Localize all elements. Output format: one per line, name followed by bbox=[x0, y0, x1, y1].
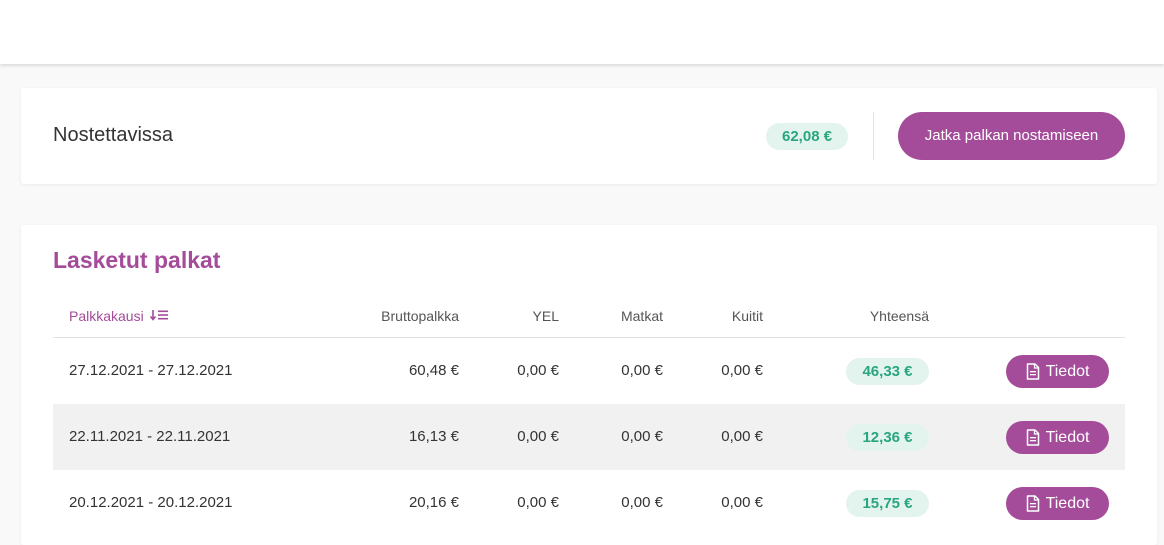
cell-total-badge: 15,75 € bbox=[846, 490, 929, 517]
cell-total-badge: 12,36 € bbox=[846, 424, 929, 451]
column-header-gross: Bruttopalkka bbox=[381, 308, 459, 324]
details-button-label: Tiedot bbox=[1045, 495, 1090, 512]
cell-period: 27.12.2021 - 27.12.2021 bbox=[69, 362, 233, 379]
column-header-travel: Matkat bbox=[620, 308, 663, 324]
column-header-period-label: Palkkakausi bbox=[69, 308, 144, 324]
cell-yel: 0,00 € bbox=[517, 428, 559, 445]
salaries-table: Palkkakausi Bruttopalkka YEL Matkat Kuit… bbox=[53, 295, 1125, 536]
cell-travel: 0,00 € bbox=[621, 494, 663, 511]
cell-yel: 0,00 € bbox=[517, 494, 559, 511]
document-icon bbox=[1026, 495, 1040, 512]
continue-withdraw-button[interactable]: Jatka palkan nostamiseen bbox=[898, 112, 1125, 160]
calculated-salaries-title: Lasketut palkat bbox=[53, 247, 221, 273]
top-header-bar bbox=[0, 0, 1164, 64]
details-button[interactable]: Tiedot bbox=[1006, 355, 1109, 388]
column-header-receipts: Kuitit bbox=[731, 308, 763, 324]
cell-travel: 0,00 € bbox=[621, 362, 663, 379]
withdrawable-title: Nostettavissa bbox=[53, 124, 174, 146]
sort-descending-icon[interactable] bbox=[149, 308, 168, 324]
table-row: 27.12.2021 - 27.12.2021 60,48 € 0,00 € 0… bbox=[53, 338, 1125, 404]
cell-period: 20.12.2021 - 20.12.2021 bbox=[69, 494, 233, 511]
withdrawable-amount-badge: 62,08 € bbox=[766, 123, 849, 150]
column-header-period[interactable]: Palkkakausi bbox=[69, 308, 168, 324]
cell-receipts: 0,00 € bbox=[721, 428, 763, 445]
vertical-divider bbox=[873, 112, 874, 160]
cell-period: 22.11.2021 - 22.11.2021 bbox=[69, 428, 231, 445]
cell-travel: 0,00 € bbox=[621, 428, 663, 445]
table-header: Palkkakausi Bruttopalkka YEL Matkat Kuit… bbox=[53, 295, 1125, 338]
cell-receipts: 0,00 € bbox=[721, 494, 763, 511]
cell-gross: 20,16 € bbox=[408, 494, 459, 511]
cell-gross: 16,13 € bbox=[408, 428, 459, 445]
details-button[interactable]: Tiedot bbox=[1006, 421, 1109, 454]
cell-gross: 60,48 € bbox=[408, 362, 459, 379]
table-row: 20.12.2021 - 20.12.2021 20,16 € 0,00 € 0… bbox=[53, 470, 1125, 536]
details-button[interactable]: Tiedot bbox=[1006, 487, 1109, 520]
cell-yel: 0,00 € bbox=[517, 362, 559, 379]
document-icon bbox=[1026, 363, 1040, 380]
table-row: 22.11.2021 - 22.11.2021 16,13 € 0,00 € 0… bbox=[53, 404, 1125, 470]
details-button-label: Tiedot bbox=[1045, 429, 1090, 446]
withdrawable-card: Nostettavissa 62,08 € Jatka palkan nosta… bbox=[21, 88, 1157, 184]
cell-receipts: 0,00 € bbox=[721, 362, 763, 379]
details-button-label: Tiedot bbox=[1045, 363, 1090, 380]
cell-total-badge: 46,33 € bbox=[846, 358, 929, 385]
document-icon bbox=[1026, 429, 1040, 446]
column-header-yel: YEL bbox=[532, 308, 559, 324]
calculated-salaries-card: Lasketut palkat Palkkakausi Bruttopalkka… bbox=[21, 225, 1157, 545]
column-header-total: Yhteensä bbox=[869, 308, 929, 324]
